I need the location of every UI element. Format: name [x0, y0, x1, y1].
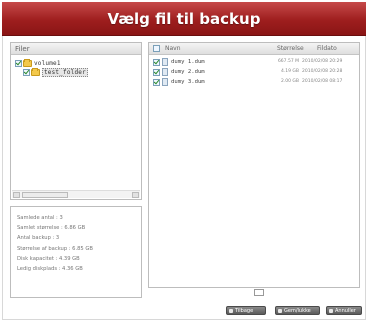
button-bullet-icon: [278, 309, 282, 313]
back-button[interactable]: Tilbage: [226, 306, 266, 315]
stat-backup-count: Antal backup : 3: [17, 235, 60, 242]
stat-total-count: Samlede antal : 3: [17, 215, 63, 221]
column-header-size[interactable]: Størrelse: [277, 43, 304, 55]
column-header-date[interactable]: Fildato: [317, 43, 337, 55]
horizontal-scrollbar[interactable]: [12, 190, 140, 198]
file-row[interactable]: dumy 2.dum 4.19 GB 2010/02/08 20:28: [149, 68, 359, 77]
scroll-left-arrow-icon[interactable]: [13, 192, 20, 198]
button-bullet-icon: [329, 309, 333, 313]
title-bar: Vælg fil til backup: [2, 2, 366, 36]
tree-node-label: volume1: [34, 60, 61, 67]
file-checkbox[interactable]: [153, 79, 160, 86]
file-date: 2010/02/08 20:28: [302, 69, 343, 74]
back-button-label: Tilbage: [235, 308, 254, 314]
file-row[interactable]: dumy 3.dum 2.00 GB 2010/02/08 08:17: [149, 78, 359, 87]
file-checkbox[interactable]: [153, 69, 160, 76]
tree-node-label: test_folder: [42, 68, 88, 77]
file-icon: [162, 68, 168, 76]
cancel-button[interactable]: Annuller: [326, 306, 362, 315]
select-all-checkbox[interactable]: [153, 45, 160, 52]
file-name: dumy 3.dum: [171, 79, 205, 85]
dialog-title: Vælg fil til backup: [107, 10, 261, 28]
tree-checkbox-volume1[interactable]: [15, 60, 22, 67]
folder-icon: [23, 59, 32, 67]
scroll-right-arrow-icon[interactable]: [132, 192, 139, 198]
resize-handle[interactable]: [254, 289, 264, 296]
folder-icon: [31, 68, 40, 76]
file-date: 2010/02/08 08:17: [302, 79, 343, 84]
file-size: 2.00 GB: [280, 79, 299, 84]
file-date: 2010/02/08 20:29: [302, 59, 343, 64]
column-header-name[interactable]: Navn: [165, 43, 181, 55]
file-icon: [162, 58, 168, 66]
file-list-panel: Navn Størrelse Fildato dumy 1.dum 667.57…: [148, 42, 360, 288]
file-checkbox[interactable]: [153, 59, 160, 66]
tree-node-volume1[interactable]: volume1: [15, 59, 61, 68]
stat-backup-size: Størrelse af backup : 6.85 GB: [17, 245, 93, 252]
tree-checkbox-test-folder[interactable]: [23, 69, 30, 76]
file-name: dumy 2.dum: [171, 69, 205, 75]
file-row[interactable]: dumy 1.dum 667.57 M 2010/02/08 20:29: [149, 58, 359, 67]
save-close-button-label: Gem/lukke: [284, 308, 311, 314]
tree-node-test-folder[interactable]: test_folder: [23, 68, 88, 77]
scrollbar-thumb[interactable]: [22, 192, 68, 198]
file-list-header: Navn Størrelse Fildato: [149, 43, 359, 55]
file-icon: [162, 78, 168, 86]
button-bullet-icon: [229, 309, 233, 313]
file-name: dumy 1.dum: [171, 59, 205, 65]
file-size: 667.57 M: [277, 59, 299, 64]
summary-panel: Samlede antal : 3 Samlet størrelse : 6.8…: [10, 206, 142, 298]
tree-header: Filer: [11, 43, 141, 55]
folder-tree-panel: Filer volume1 test_folder: [10, 42, 142, 200]
save-close-button[interactable]: Gem/lukke: [275, 306, 320, 315]
stat-total-size: Samlet størrelse : 6.86 GB: [17, 225, 86, 232]
cancel-button-label: Annuller: [335, 308, 356, 314]
stat-disk-capacity: Disk kapacitet : 4.39 GB: [17, 255, 80, 262]
stat-free-space: Ledig diskplads : 4.36 GB: [17, 265, 83, 272]
file-size: 4.19 GB: [280, 69, 299, 74]
